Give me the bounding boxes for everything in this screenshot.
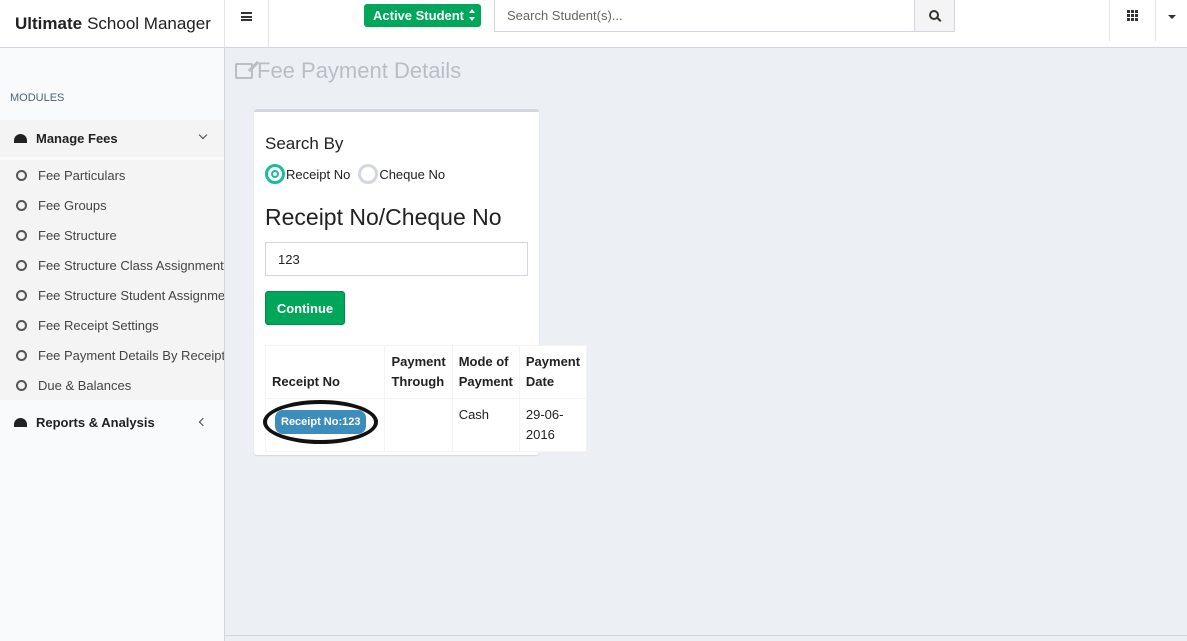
circle-icon [16, 379, 27, 391]
radio-cheque-no[interactable] [358, 164, 379, 184]
search-box: Search By Receipt No Cheque No Receipt N… [254, 109, 588, 455]
sidebar-item-due-balances[interactable]: Due & Balances [0, 370, 224, 400]
app-logo[interactable]: Ultimate School Manager [0, 0, 225, 47]
payment-results-table: Receipt No Payment Through Mode of Payme… [263, 345, 588, 452]
sidebar-item-fee-structure[interactable]: Fee Structure [0, 220, 224, 250]
hamburger-icon [241, 12, 252, 21]
sidebar-toggle-button[interactable] [225, 0, 269, 33]
sidebar-item-label: Fee Groups [38, 197, 107, 213]
sidebar-item-label: Fee Payment Details By Receipt No [38, 347, 224, 363]
caret-down-icon [1167, 15, 1176, 19]
student-search [494, 0, 955, 32]
dashboard-icon [14, 134, 27, 143]
radio-receipt-no-label[interactable]: Receipt No [286, 167, 350, 182]
table-row: Receipt No:123 Cash 29-06-2016 [263, 398, 588, 452]
column-header-payment-date: Payment Date [518, 345, 588, 399]
column-header-mode-of-payment: Mode of Payment [451, 345, 520, 399]
search-by-label: Search By [265, 134, 344, 153]
receipt-cheque-input[interactable] [265, 242, 528, 276]
cell-payment-through [384, 398, 453, 452]
sidebar-item-fee-groups[interactable]: Fee Groups [0, 190, 224, 220]
search-icon [928, 9, 939, 20]
grid-icon [1127, 10, 1138, 21]
radio-cheque-no-label[interactable]: Cheque No [379, 167, 445, 182]
page-title: Fee Payment Details [235, 58, 461, 84]
sidebar-item-fee-particulars[interactable]: Fee Particulars [0, 160, 224, 190]
radio-receipt-no[interactable] [265, 164, 285, 184]
sidebar-item-label: Fee Particulars [38, 167, 126, 183]
student-search-input[interactable] [495, 0, 914, 31]
dashboard-icon [14, 418, 27, 427]
circle-icon [16, 229, 27, 241]
page-title-text: Fee Payment Details [257, 58, 462, 83]
navbar-divider [268, 0, 269, 47]
sidebar-item-label: Due & Balances [38, 377, 132, 393]
sidebar-group-reports[interactable]: Reports & Analysis [0, 404, 224, 441]
sidebar-section-header: MODULES [10, 92, 65, 104]
apps-button[interactable] [1109, 0, 1156, 41]
circle-icon [16, 349, 27, 361]
cell-mode-of-payment: Cash [451, 398, 520, 452]
circle-icon [16, 319, 27, 331]
sidebar-item-label: Fee Structure Student Assignment [38, 287, 224, 303]
sidebar: MODULES Manage Fees Fee Particulars Fee … [0, 48, 225, 641]
select-arrows-icon [469, 9, 475, 21]
sidebar-item-label: Fee Structure [38, 227, 117, 243]
sidebar-item-fee-structure-student-assignment[interactable]: Fee Structure Student Assignment [0, 280, 224, 310]
receipt-cheque-label: Receipt No/Cheque No [265, 204, 502, 230]
circle-icon [16, 169, 27, 181]
top-navbar: Ultimate School Manager Active Student [0, 0, 1187, 48]
column-header-receipt-no: Receipt No [264, 345, 386, 399]
brand-rest: School Manager [87, 13, 211, 33]
sidebar-group-manage-fees[interactable]: Manage Fees [0, 120, 224, 157]
chevron-down-icon [198, 130, 208, 140]
sidebar-item-fee-payment-details[interactable]: Fee Payment Details By Receipt No [0, 340, 224, 370]
sidebar-item-label: Fee Receipt Settings [38, 317, 159, 333]
search-by-radio-group: Receipt No Cheque No [265, 164, 453, 184]
cell-payment-date: 29-06-2016 [518, 398, 588, 452]
edit-icon [235, 63, 253, 79]
manage-fees-submenu: Fee Particulars Fee Groups Fee Structure… [0, 160, 224, 400]
sidebar-item-label: Fee Structure Class Assignment [38, 257, 224, 273]
student-status-select[interactable]: Active Student [364, 4, 481, 27]
circle-icon [16, 289, 27, 301]
brand-bold: Ultimate [15, 13, 83, 33]
highlight-circle: Receipt No:123 [263, 400, 379, 444]
sidebar-item-fee-receipt-settings[interactable]: Fee Receipt Settings [0, 310, 224, 340]
sidebar-item-fee-structure-class-assignment[interactable]: Fee Structure Class Assignment [0, 250, 224, 280]
circle-icon [16, 199, 27, 211]
sidebar-group-label: Reports & Analysis [36, 415, 155, 430]
sidebar-group-label: Manage Fees [36, 131, 118, 146]
student-status-value: Active Student [373, 8, 465, 23]
search-button[interactable] [914, 0, 954, 31]
chevron-left-icon [198, 417, 208, 427]
user-menu-toggle[interactable] [1156, 0, 1187, 41]
receipt-link-badge[interactable]: Receipt No:123 [275, 410, 367, 434]
continue-button[interactable]: Continue [265, 291, 345, 325]
table-header-row: Receipt No Payment Through Mode of Payme… [264, 345, 588, 399]
cell-receipt-no: Receipt No:123 [263, 398, 386, 452]
circle-icon [16, 259, 27, 271]
column-header-payment-through: Payment Through [384, 345, 453, 399]
footer-divider [225, 635, 1187, 636]
